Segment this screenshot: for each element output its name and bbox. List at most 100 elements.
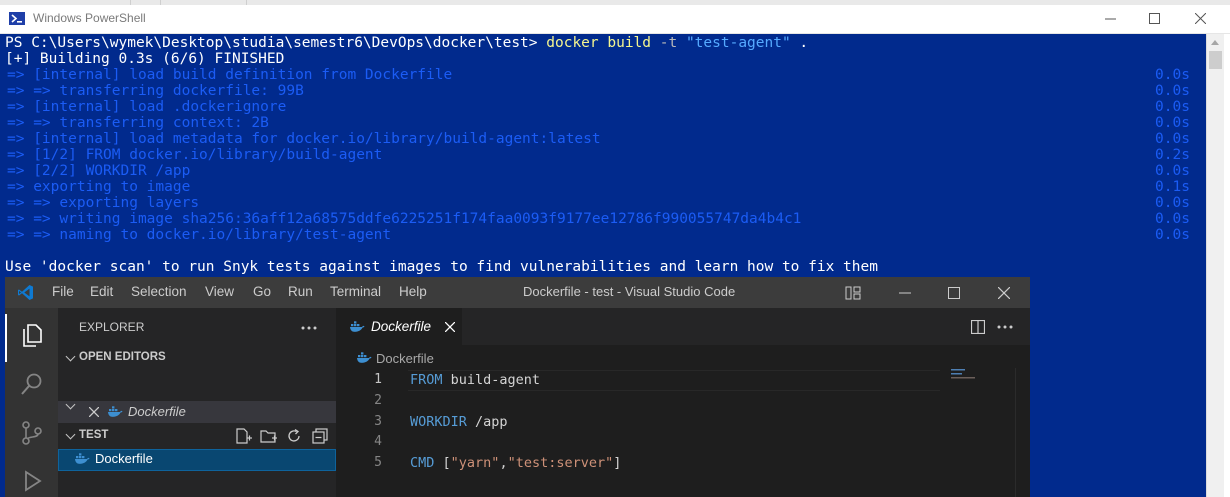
split-editor-icon[interactable] [971, 320, 985, 334]
menu-file[interactable]: File [52, 284, 74, 299]
code-keyword: FROM [410, 372, 443, 388]
search-icon[interactable] [19, 371, 45, 397]
code-line[interactable]: WORKDIR /app [410, 412, 508, 432]
active-indicator [5, 314, 7, 362]
console-step-time: 0.1s [1155, 179, 1190, 195]
minimize-icon [899, 292, 911, 293]
editor-tab-dockerfile[interactable]: Dockerfile [336, 308, 462, 345]
vscode-maximize-button[interactable] [931, 277, 977, 308]
line-number: 2 [374, 393, 382, 408]
editor-scrollbar[interactable] [1015, 368, 1030, 497]
console-command-line: PS C:\Users\wymek\Desktop\studia\semestr… [5, 35, 808, 51]
menu-selection[interactable]: Selection [131, 284, 187, 299]
code-line[interactable]: CMD ["yarn","test:server"] [410, 453, 621, 473]
powershell-title: Windows PowerShell [33, 11, 146, 25]
vscode-close-button[interactable] [981, 277, 1027, 308]
file-tree-filename: Dockerfile [95, 451, 153, 466]
code-keyword: WORKDIR [410, 414, 467, 430]
editor-more-actions-icon[interactable] [997, 325, 1013, 329]
close-editor-icon[interactable] [89, 407, 99, 417]
close-button[interactable] [1177, 5, 1223, 32]
code-string: "yarn" [450, 455, 500, 471]
console-scrollbar[interactable] [1206, 34, 1224, 497]
run-and-debug-icon[interactable] [19, 468, 45, 494]
source-control-icon[interactable] [19, 420, 45, 446]
docker-file-icon [350, 321, 365, 332]
console-line: => [internal] load metadata for docker.i… [7, 131, 601, 147]
console-line: => [1/2] FROM docker.io/library/build-ag… [7, 147, 383, 163]
console-context-arg: . [790, 35, 809, 51]
open-editor-item[interactable]: Dockerfile [58, 401, 336, 423]
console-line: => [internal] load build definition from… [7, 67, 453, 83]
new-file-icon[interactable] [235, 428, 253, 444]
close-tab-icon[interactable] [445, 322, 455, 332]
maximize-button[interactable] [1131, 5, 1177, 32]
folder-chevron-down-icon[interactable] [65, 429, 76, 440]
docker-file-icon [108, 406, 123, 417]
code-line[interactable]: FROM build-agent [410, 370, 540, 390]
console-line: => [internal] load .dockerignore [7, 99, 287, 115]
chevron-down-icon[interactable] [65, 351, 76, 362]
console-step-time: 0.0s [1155, 131, 1190, 147]
editor-tab-label: Dockerfile [371, 319, 432, 334]
code-text: ] [613, 455, 622, 471]
maximize-icon [1148, 13, 1160, 24]
console-step-time: 0.0s [1155, 67, 1190, 83]
line-number: 4 [374, 434, 382, 449]
close-icon [1194, 13, 1206, 24]
vscode-window: File Edit Selection View Go Run Terminal… [5, 277, 1030, 497]
editor-area: Dockerfile Dockerfile 1 2 3 4 5 FROM bui… [336, 308, 1030, 497]
menu-help[interactable]: Help [399, 284, 427, 299]
explorer-files-icon[interactable] [19, 322, 45, 348]
vscode-window-title: Dockerfile - test - Visual Studio Code [523, 284, 736, 299]
minimize-button[interactable] [1087, 5, 1133, 32]
console-line: => [2/2] WORKDIR /app [7, 163, 191, 179]
console-step-time: 0.0s [1155, 83, 1190, 99]
menu-terminal[interactable]: Terminal [330, 284, 381, 299]
console-step-time: 0.0s [1155, 163, 1190, 179]
folder-section-test[interactable]: TEST [79, 429, 108, 441]
customize-layout-button[interactable] [830, 277, 876, 308]
code-text: , [499, 455, 508, 471]
powershell-icon [9, 12, 25, 25]
breadcrumb[interactable]: Dockerfile [376, 351, 434, 366]
powershell-titlebar[interactable]: Windows PowerShell [0, 5, 1230, 34]
menu-run[interactable]: Run [288, 284, 313, 299]
explorer-sidebar: EXPLORER OPEN EDITORS Dockerfile TEST Do… [58, 308, 336, 497]
console-line: => => transferring context: 2B [7, 115, 269, 131]
code-string: "test:server" [507, 455, 614, 471]
line-number: 3 [374, 414, 382, 429]
console-step-time: 0.0s [1155, 227, 1190, 243]
console-argument: "test-agent" [685, 35, 791, 51]
collapse-all-icon[interactable] [312, 428, 328, 444]
console-line: => exporting to image [7, 179, 191, 195]
scrollbar-thumb[interactable] [1209, 51, 1222, 69]
code-text: [ [434, 455, 451, 471]
open-editors-section[interactable]: OPEN EDITORS [79, 351, 166, 363]
console-step-time: 0.2s [1155, 147, 1190, 163]
docker-file-icon [75, 453, 90, 464]
vscode-minimize-button[interactable] [882, 277, 928, 308]
refresh-icon[interactable] [286, 428, 302, 444]
console-command: docker build [546, 35, 652, 51]
console-line: => => writing image sha256:36aff12a68575… [7, 211, 802, 227]
vscode-logo-icon [18, 285, 33, 300]
minimap[interactable] [949, 368, 1021, 497]
more-actions-icon[interactable] [301, 326, 317, 330]
menu-view[interactable]: View [205, 284, 234, 299]
maximize-icon [948, 286, 960, 299]
explorer-header: EXPLORER [79, 320, 145, 334]
docker-file-icon [357, 352, 372, 363]
activity-bar [5, 308, 58, 497]
layout-icon [845, 286, 861, 299]
menu-go[interactable]: Go [253, 284, 271, 299]
console-prompt: PS C:\Users\wymek\Desktop\studia\semestr… [5, 35, 547, 51]
code-text: build-agent [442, 372, 541, 388]
code-keyword: CMD [410, 455, 435, 471]
scroll-up-arrow-icon[interactable] [1211, 40, 1219, 45]
console-line: [+] Building 0.3s (6/6) FINISHED [5, 51, 285, 67]
vscode-titlebar[interactable]: File Edit Selection View Go Run Terminal… [5, 277, 1030, 308]
menu-edit[interactable]: Edit [90, 284, 113, 299]
new-folder-icon[interactable] [260, 428, 278, 444]
file-tree-item-dockerfile[interactable]: Dockerfile [58, 449, 336, 471]
